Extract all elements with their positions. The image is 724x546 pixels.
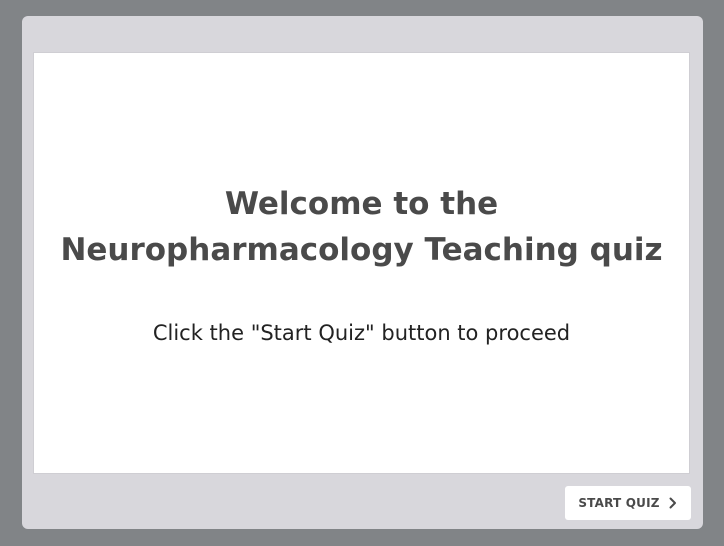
start-quiz-button-label: START QUIZ <box>578 496 660 510</box>
quiz-player-frame: Welcome to the Neuropharmacology Teachin… <box>22 16 703 529</box>
intro-slide: Welcome to the Neuropharmacology Teachin… <box>33 52 690 474</box>
slide-title-line-2: Neuropharmacology Teaching quiz <box>60 232 663 268</box>
slide-title-line-1: Welcome to the <box>224 186 499 222</box>
chevron-right-icon <box>669 497 676 509</box>
start-quiz-button[interactable]: START QUIZ <box>565 486 691 520</box>
slide-instructions: Click the "Start Quiz" button to proceed <box>152 321 571 345</box>
slide-title: Welcome to the Neuropharmacology Teachin… <box>52 181 672 273</box>
